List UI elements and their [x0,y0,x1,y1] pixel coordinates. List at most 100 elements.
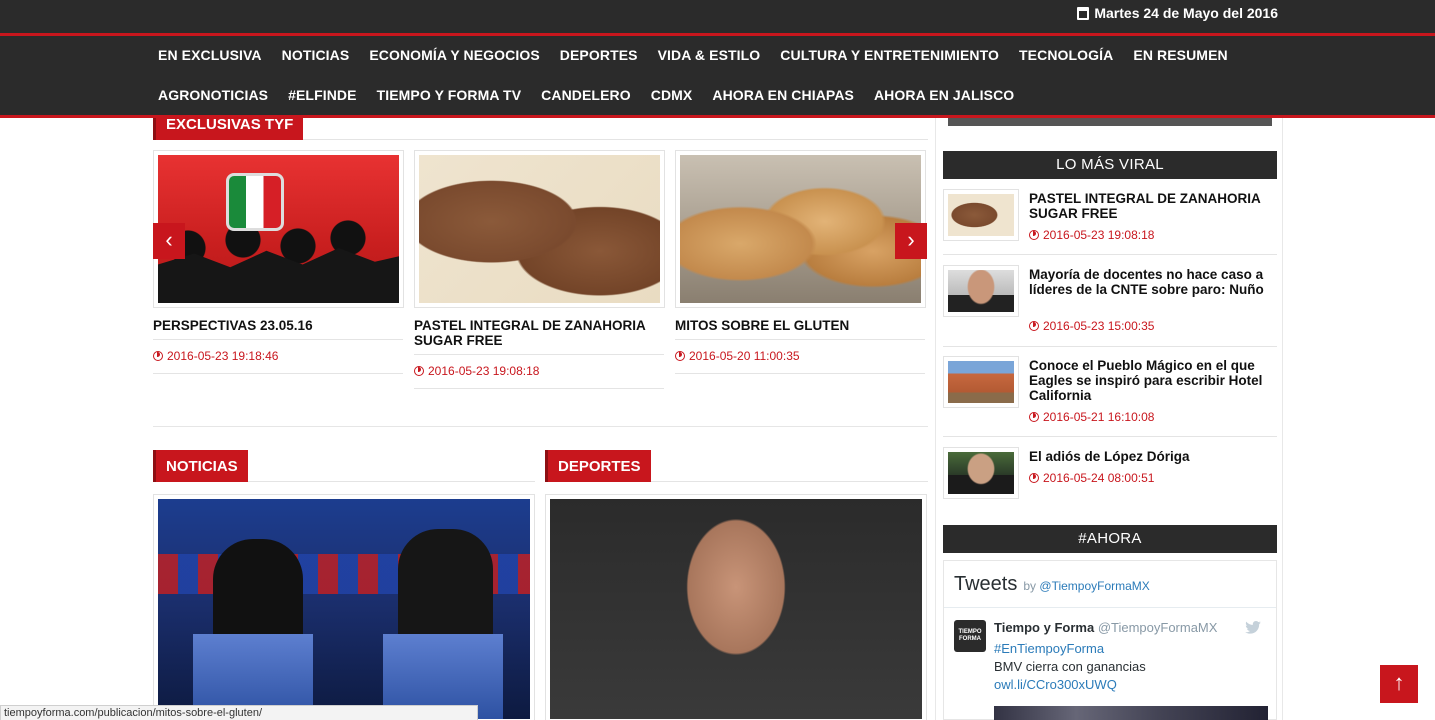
twitter-handle-link[interactable]: @TiempoyFormaMX [1039,579,1149,593]
twitter-bird-icon[interactable] [1245,621,1261,634]
viral-title[interactable]: El adiós de López Dóriga [1029,449,1274,464]
nav-noticias[interactable]: NOTICIAS [282,47,350,63]
nav-elfinde[interactable]: #ELFINDE [288,87,356,103]
nav-tyf-tv[interactable]: TIEMPO Y FORMA TV [377,87,522,103]
clock-icon [414,366,424,376]
exclusiva-card[interactable]: PASTEL INTEGRAL DE ZANAHORIA SUGAR FREE … [414,150,665,389]
carrot-cake-image [948,194,1014,236]
debate-image [158,499,530,719]
viral-thumbnail[interactable] [943,447,1019,499]
viral-heading: LO MÁS VIRAL [943,151,1277,179]
viral-thumbnail[interactable] [943,356,1019,408]
viral-item[interactable]: El adiós de López Dóriga 2016-05-24 08:0… [943,447,1277,501]
tweet-link[interactable]: owl.li/CCro300xUWQ [994,677,1117,692]
deportes-heading[interactable]: DEPORTES [545,450,651,482]
author-name: Tiempo y Forma [994,620,1095,635]
tweet-author[interactable]: Tiempo y Forma @TiempoyFormaMX [994,620,1217,635]
browser-status-bar: tiempoyforma.com/publicacion/mitos-sobre… [0,705,478,720]
nav-economia[interactable]: ECONOMÍA Y NEGOCIOS [369,47,539,63]
nav-cultura[interactable]: CULTURA Y ENTRETENIMIENTO [780,47,999,63]
viral-item[interactable]: PASTEL INTEGRAL DE ZANAHORIA SUGAR FREE … [943,189,1277,255]
deportes-header: DEPORTES [545,448,928,482]
card-date: 2016-05-23 19:18:46 [153,349,403,374]
date-text: Martes 24 de Mayo del 2016 [1094,5,1278,21]
ahora-heading: #AHORA [943,525,1277,553]
sidebar-border-left [935,118,936,720]
nav-agronoticias[interactable]: AGRONOTICIAS [158,87,268,103]
bread-image [680,155,921,303]
viral-thumbnail[interactable] [943,265,1019,317]
tweet-hashtag[interactable]: #EnTiempoyForma [994,641,1104,656]
nav-deportes[interactable]: DEPORTES [560,47,638,63]
nav-vida-estilo[interactable]: VIDA & ESTILO [658,47,761,63]
player-image [550,499,922,719]
chevron-left-icon: ‹ [165,227,173,252]
card-title[interactable]: PASTEL INTEGRAL DE ZANAHORIA SUGAR FREE [414,318,664,355]
site-header: Martes 24 de Mayo del 2016 EN EXCLUSIVA … [0,0,1435,118]
viral-item[interactable]: Conoce el Pueblo Mágico en el que Eagles… [943,356,1277,437]
by-label: by [1023,579,1037,593]
card-thumbnail[interactable] [675,150,926,308]
date-text: 2016-05-21 16:10:08 [1043,410,1155,424]
twitter-divider [944,607,1276,608]
card-thumbnail[interactable] [414,150,665,308]
arrow-up-icon: ↑ [1393,670,1405,695]
twitter-avatar[interactable]: TIEMPO FORMA [954,620,986,652]
speaker-image [948,270,1014,312]
nav-jalisco[interactable]: AHORA EN JALISCO [874,87,1014,103]
viral-item[interactable]: Mayoría de docentes no hace caso a líder… [943,265,1277,347]
carrot-cake-image [419,155,660,303]
nav-tecnologia[interactable]: TECNOLOGÍA [1019,47,1113,63]
tweet-image[interactable] [994,706,1268,720]
header-bottom-line [0,115,1435,118]
date-text: 2016-05-23 15:00:35 [1043,319,1155,333]
clock-icon [1029,230,1039,240]
sidebar-border-right [1282,118,1283,720]
deportes-lead-image[interactable] [545,494,927,720]
back-to-top-button[interactable]: ↑ [1380,665,1418,703]
date-text: 2016-05-23 19:08:18 [1043,228,1155,242]
noticias-header: NOTICIAS [153,448,535,482]
header-date: Martes 24 de Mayo del 2016 [1077,5,1278,21]
card-title[interactable]: MITOS SOBRE EL GLUTEN [675,318,925,340]
card-thumbnail[interactable] [153,150,404,308]
date-text: 2016-05-24 08:00:51 [1043,471,1155,485]
author-handle: @TiempoyFormaMX [1097,620,1218,635]
noticias-heading[interactable]: NOTICIAS [153,450,248,482]
header-divider [0,33,1435,36]
anchor-image [948,452,1014,494]
pri-image [158,155,399,303]
card-date: 2016-05-23 19:08:18 [414,364,664,389]
noticias-lead-image[interactable] [153,494,535,720]
main-nav-row1: EN EXCLUSIVA NOTICIAS ECONOMÍA Y NEGOCIO… [158,47,1258,63]
nav-cdmx[interactable]: CDMX [651,87,693,103]
viral-title[interactable]: Mayoría de docentes no hace caso a líder… [1029,267,1274,297]
nav-chiapas[interactable]: AHORA EN CHIAPAS [712,87,854,103]
clock-icon [1029,321,1039,331]
exclusiva-card[interactable]: PERSPECTIVAS 23.05.16 2016-05-23 19:18:4… [153,150,404,374]
clock-icon [1029,473,1039,483]
slider-prev-button[interactable]: ‹ [153,223,185,259]
viral-thumbnail[interactable] [943,189,1019,241]
nav-en-exclusiva[interactable]: EN EXCLUSIVA [158,47,262,63]
viral-date: 2016-05-23 19:08:18 [1029,228,1154,242]
hotel-image [948,361,1014,403]
viral-title[interactable]: PASTEL INTEGRAL DE ZANAHORIA SUGAR FREE [1029,191,1274,221]
section-divider [153,426,928,427]
sidebar-image-strip [948,118,1272,126]
clock-icon [153,351,163,361]
card-title[interactable]: PERSPECTIVAS 23.05.16 [153,318,403,340]
date-text: 2016-05-23 19:18:46 [167,349,279,363]
main-nav-row2: AGRONOTICIAS #ELFINDE TIEMPO Y FORMA TV … [158,87,1258,103]
slider-next-button[interactable]: › [895,223,927,259]
viral-date: 2016-05-23 15:00:35 [1029,319,1154,333]
exclusiva-card[interactable]: MITOS SOBRE EL GLUTEN 2016-05-20 11:00:3… [675,150,926,374]
tweets-by: by @TiempoyFormaMX [1023,579,1149,593]
viral-date: 2016-05-21 16:10:08 [1029,410,1154,424]
viral-title[interactable]: Conoce el Pueblo Mágico en el que Eagles… [1029,358,1274,403]
tweet-text: BMV cierra con ganancias [994,659,1146,674]
chevron-right-icon: › [907,227,915,252]
date-text: 2016-05-23 19:08:18 [428,364,540,378]
nav-candelero[interactable]: CANDELERO [541,87,631,103]
nav-en-resumen[interactable]: EN RESUMEN [1133,47,1227,63]
